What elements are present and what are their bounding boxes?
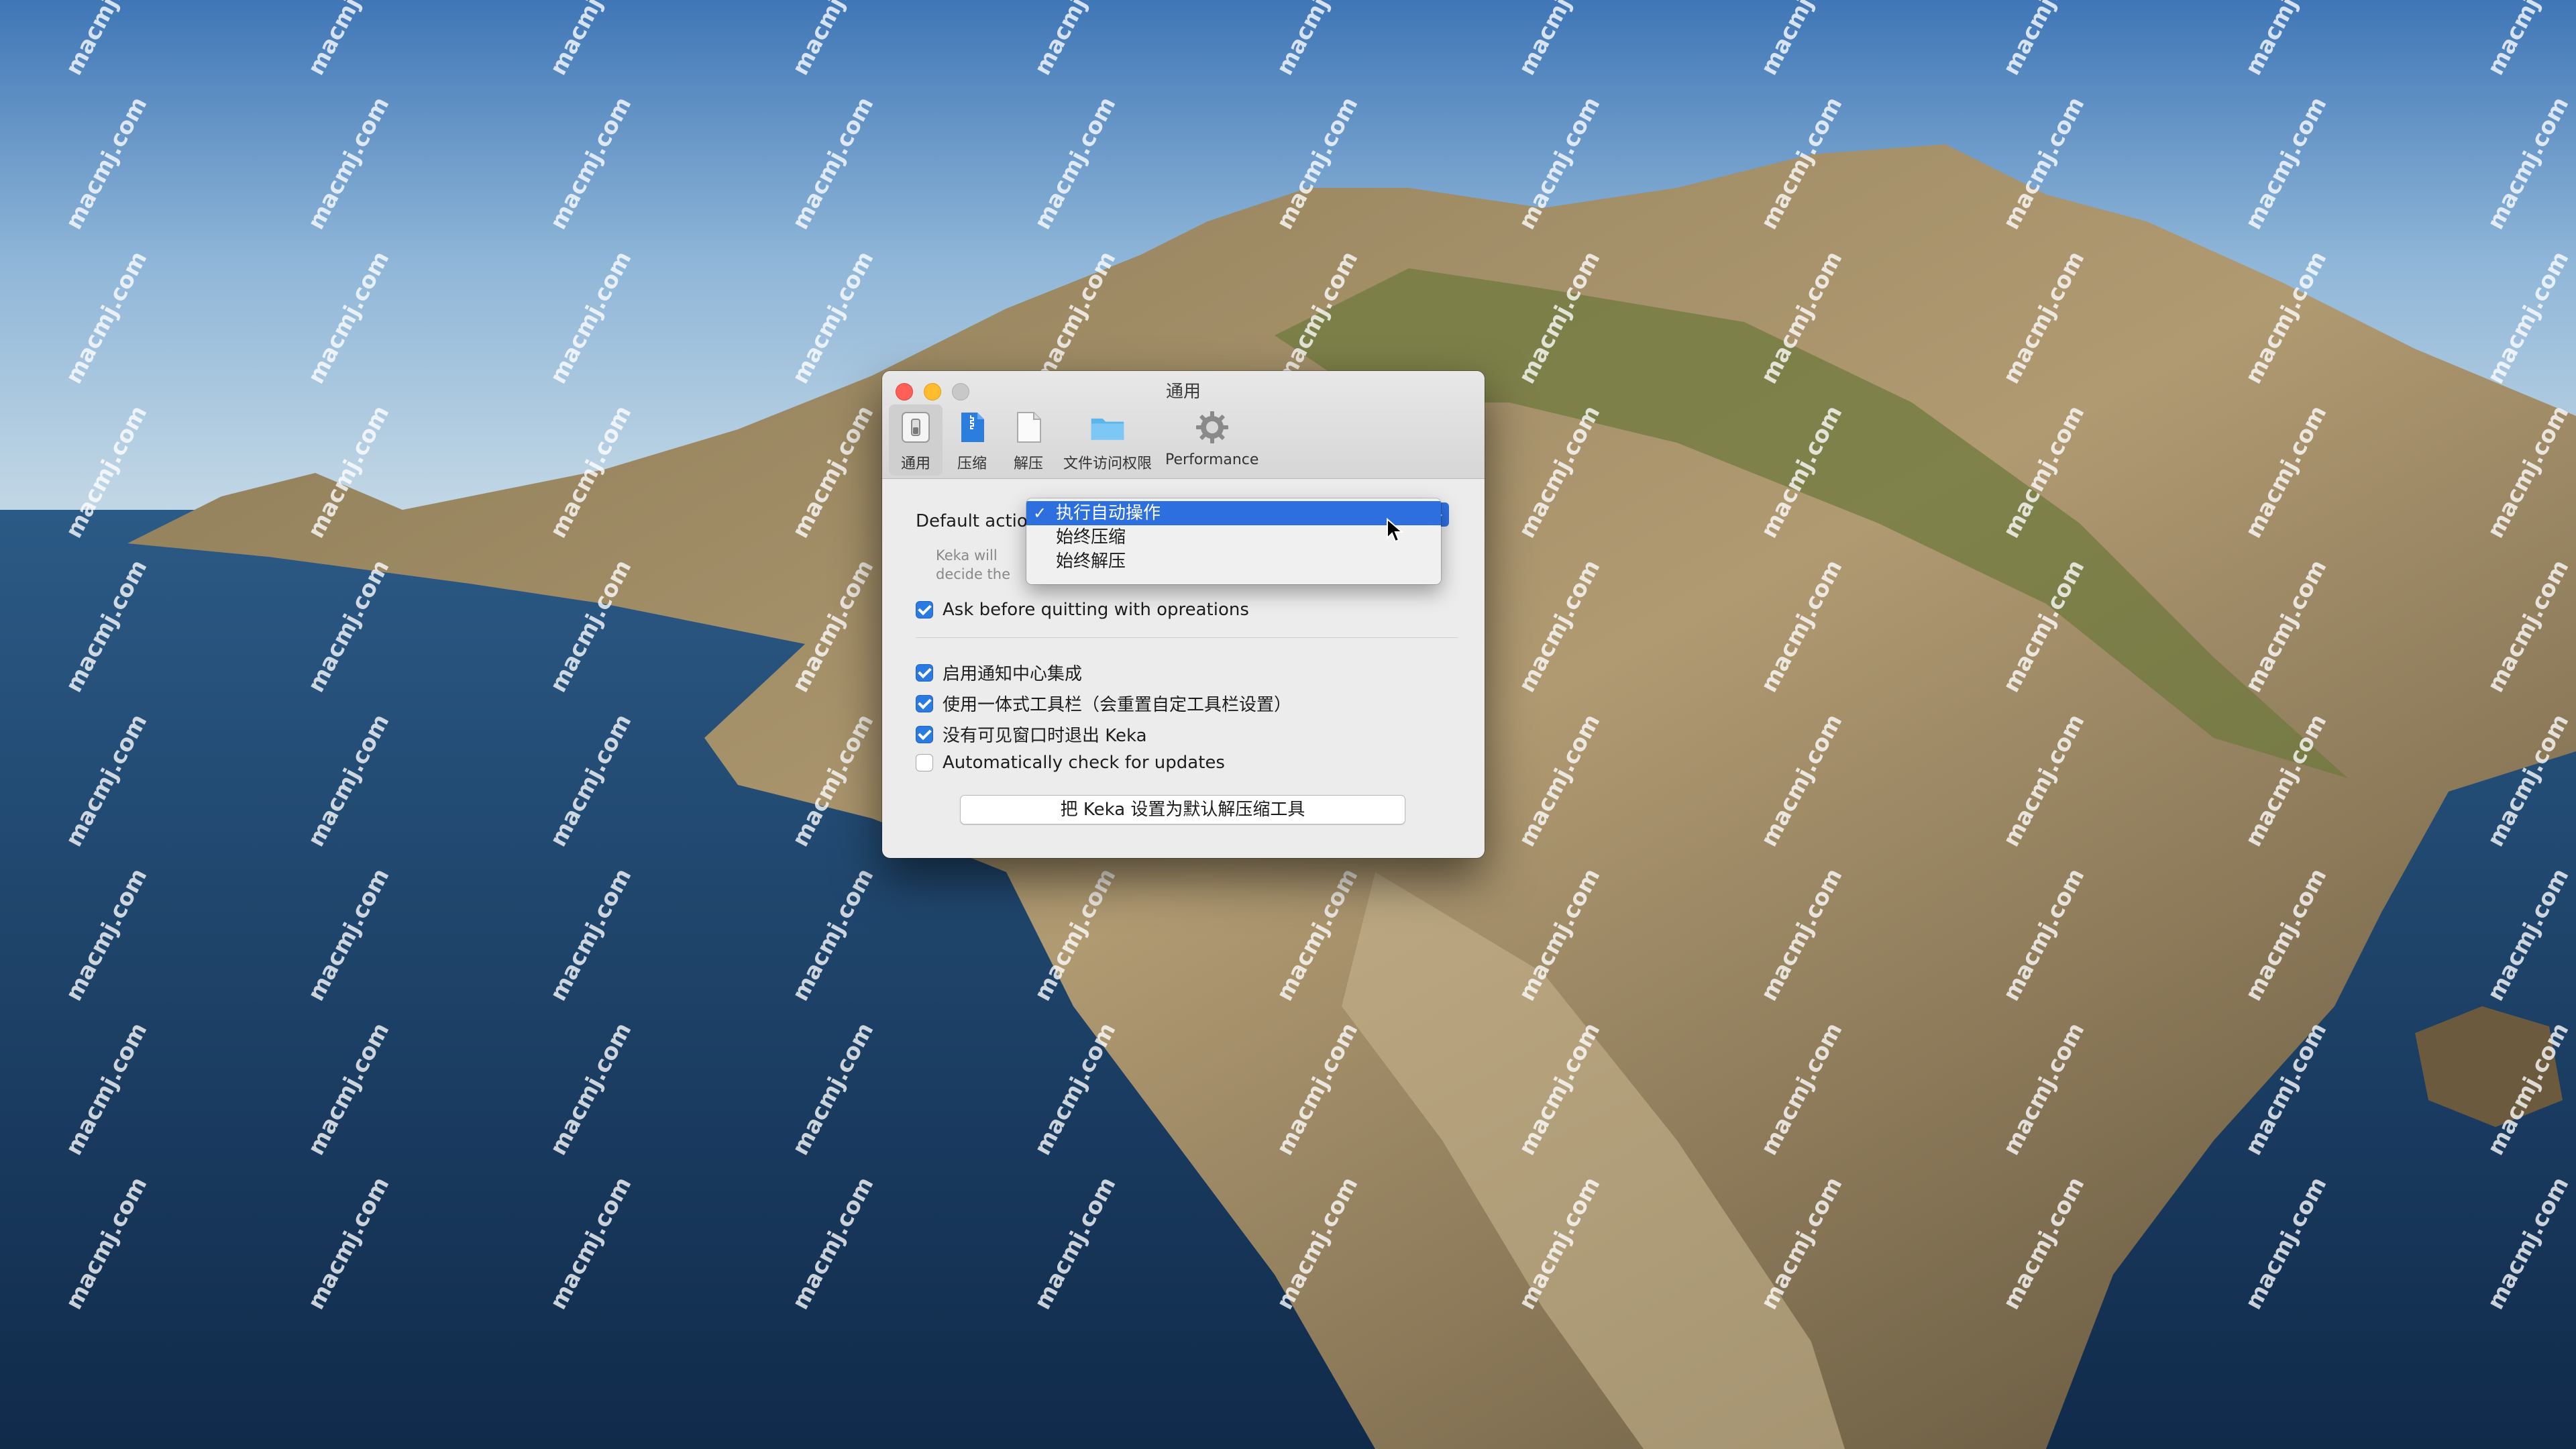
menu-item-auto[interactable]: ✓ 执行自动操作	[1026, 501, 1441, 525]
auto-update-label: Automatically check for updates	[943, 753, 1225, 773]
general-switch-icon	[897, 409, 934, 446]
ask-before-quitting-checkbox[interactable]	[916, 601, 933, 619]
menu-item-auto-label: 执行自动操作	[1056, 503, 1161, 523]
auto-update-checkbox[interactable]	[916, 754, 933, 771]
preferences-toolbar: 通用 压缩 解压 文件访问权限 Performance	[889, 405, 1264, 476]
quit-no-windows-label: 没有可见窗口时退出 Keka	[943, 726, 1147, 746]
checkmark-icon: ✓	[1033, 504, 1047, 523]
tab-extract[interactable]: 解压	[1002, 405, 1055, 476]
unified-toolbar-row[interactable]: 使用一体式工具栏（会重置自定工具栏设置）	[916, 691, 1291, 716]
tab-performance-label: Performance	[1165, 451, 1259, 468]
notification-center-row[interactable]: 启用通知中心集成	[916, 660, 1082, 685]
tab-file-access-label: 文件访问权限	[1063, 455, 1152, 472]
extract-icon	[1010, 409, 1047, 446]
compress-icon	[953, 409, 991, 446]
quit-no-windows-row[interactable]: 没有可见窗口时退出 Keka	[916, 722, 1147, 747]
tab-compress-label: 压缩	[957, 455, 987, 472]
set-default-extractor-button[interactable]: 把 Keka 设置为默认解压缩工具	[960, 795, 1405, 824]
tab-performance[interactable]: Performance	[1160, 405, 1264, 476]
default-action-description: Keka will decide the format and extract…	[936, 547, 1014, 586]
quit-no-windows-checkbox[interactable]	[916, 725, 933, 743]
mouse-pointer-icon	[1386, 517, 1404, 546]
tab-extract-label: 解压	[1013, 455, 1043, 472]
folder-icon	[1089, 409, 1126, 446]
menu-item-always-compress[interactable]: 始终压缩	[1026, 525, 1441, 549]
auto-update-row[interactable]: Automatically check for updates	[916, 753, 1225, 773]
ask-before-quitting-row[interactable]: Ask before quitting with opreations	[916, 600, 1249, 620]
tab-general-label: 通用	[900, 455, 930, 472]
menu-item-always-compress-label: 始终压缩	[1056, 527, 1126, 547]
tab-file-access[interactable]: 文件访问权限	[1058, 405, 1157, 476]
titlebar: 通用 通用 压缩 解压 文件访问权限 Performance	[882, 371, 1485, 479]
gear-icon	[1193, 409, 1231, 446]
divider	[916, 637, 1458, 638]
window-title: 通用	[1165, 382, 1201, 402]
notification-center-checkbox[interactable]	[916, 663, 933, 682]
tab-general[interactable]: 通用	[889, 405, 943, 476]
default-action-menu: ✓ 执行自动操作 始终压缩 始终解压	[1026, 498, 1441, 584]
preferences-window: 通用 通用 压缩 解压 文件访问权限 Performance Default a…	[882, 371, 1485, 858]
default-action-label: Default action:	[916, 511, 1045, 531]
tab-compress[interactable]: 压缩	[945, 405, 999, 476]
unified-toolbar-label: 使用一体式工具栏（会重置自定工具栏设置）	[943, 695, 1292, 715]
ask-before-quitting-label: Ask before quitting with opreations	[943, 600, 1249, 620]
notification-center-label: 启用通知中心集成	[943, 664, 1083, 684]
menu-item-always-extract[interactable]: 始终解压	[1026, 549, 1441, 574]
unified-toolbar-checkbox[interactable]	[916, 694, 933, 712]
menu-item-always-extract-label: 始终解压	[1056, 551, 1126, 572]
